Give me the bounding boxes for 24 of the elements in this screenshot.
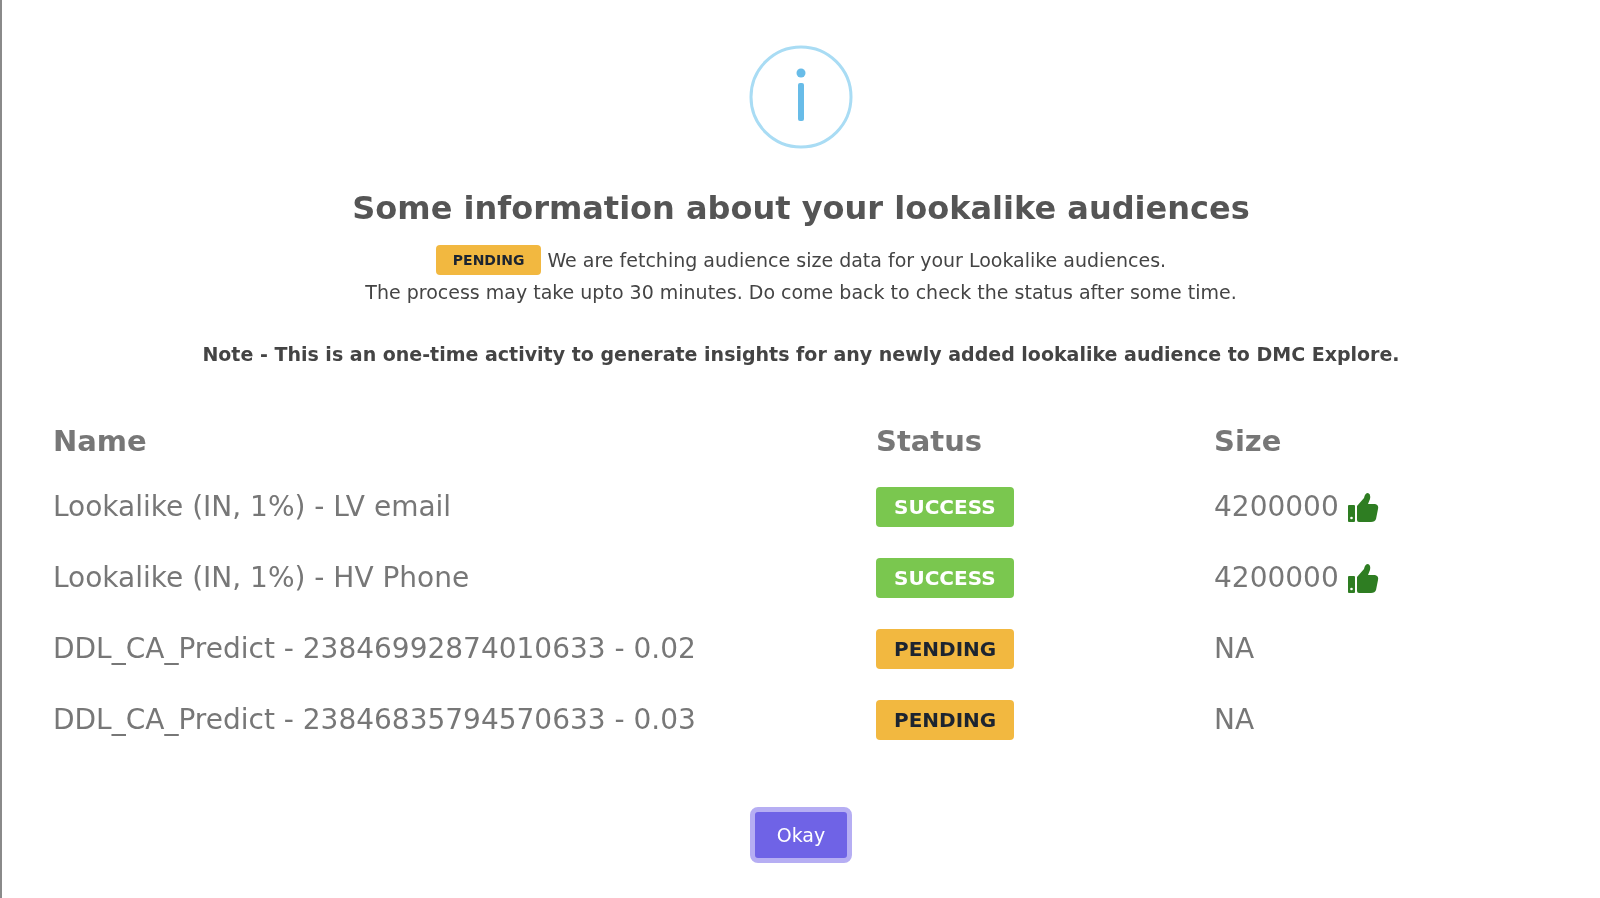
info-icon	[749, 45, 853, 149]
status-badge: PENDING	[435, 245, 542, 275]
audience-name: DDL_CA_Predict - 23846992874010633 - 0.02	[53, 632, 697, 665]
note-text: Note - This is an one-time activity to generate insights for any newly added lookalike audience to DMC Explore.	[202, 343, 1400, 365]
column-header: Name	[53, 424, 148, 458]
status-badge: SUCCESS	[876, 486, 1014, 527]
column-header: Status	[876, 424, 984, 458]
thumbs-up-icon	[1346, 562, 1379, 593]
status-badge: PENDING	[876, 628, 1015, 669]
status-badge: SUCCESS	[876, 557, 1014, 598]
okay-button[interactable]: Okay	[749, 807, 853, 863]
audience-size: 4200000	[1214, 561, 1339, 594]
dialog-title: Some information about your lookalike audiences	[352, 189, 1250, 227]
audience-name: DDL_CA_Predict - 23846835794570633 - 0.03	[53, 703, 697, 736]
audience-name: Lookalike (IN, 1%) - LV email	[53, 490, 453, 523]
info-text: The process may take upto 30 minutes. Do come back to check the status after some time.	[365, 281, 1237, 303]
audience-name: Lookalike (IN, 1%) - HV Phone	[53, 561, 471, 594]
info-text: We are fetching audience size data for your Lookalike audiences.	[547, 249, 1167, 271]
thumbs-up-icon	[1346, 491, 1379, 522]
audience-size: NA	[1214, 703, 1255, 736]
audience-size: 4200000	[1214, 490, 1339, 523]
status-badge: PENDING	[876, 699, 1015, 740]
audience-size: NA	[1214, 632, 1255, 665]
column-header: Size	[1214, 424, 1283, 458]
